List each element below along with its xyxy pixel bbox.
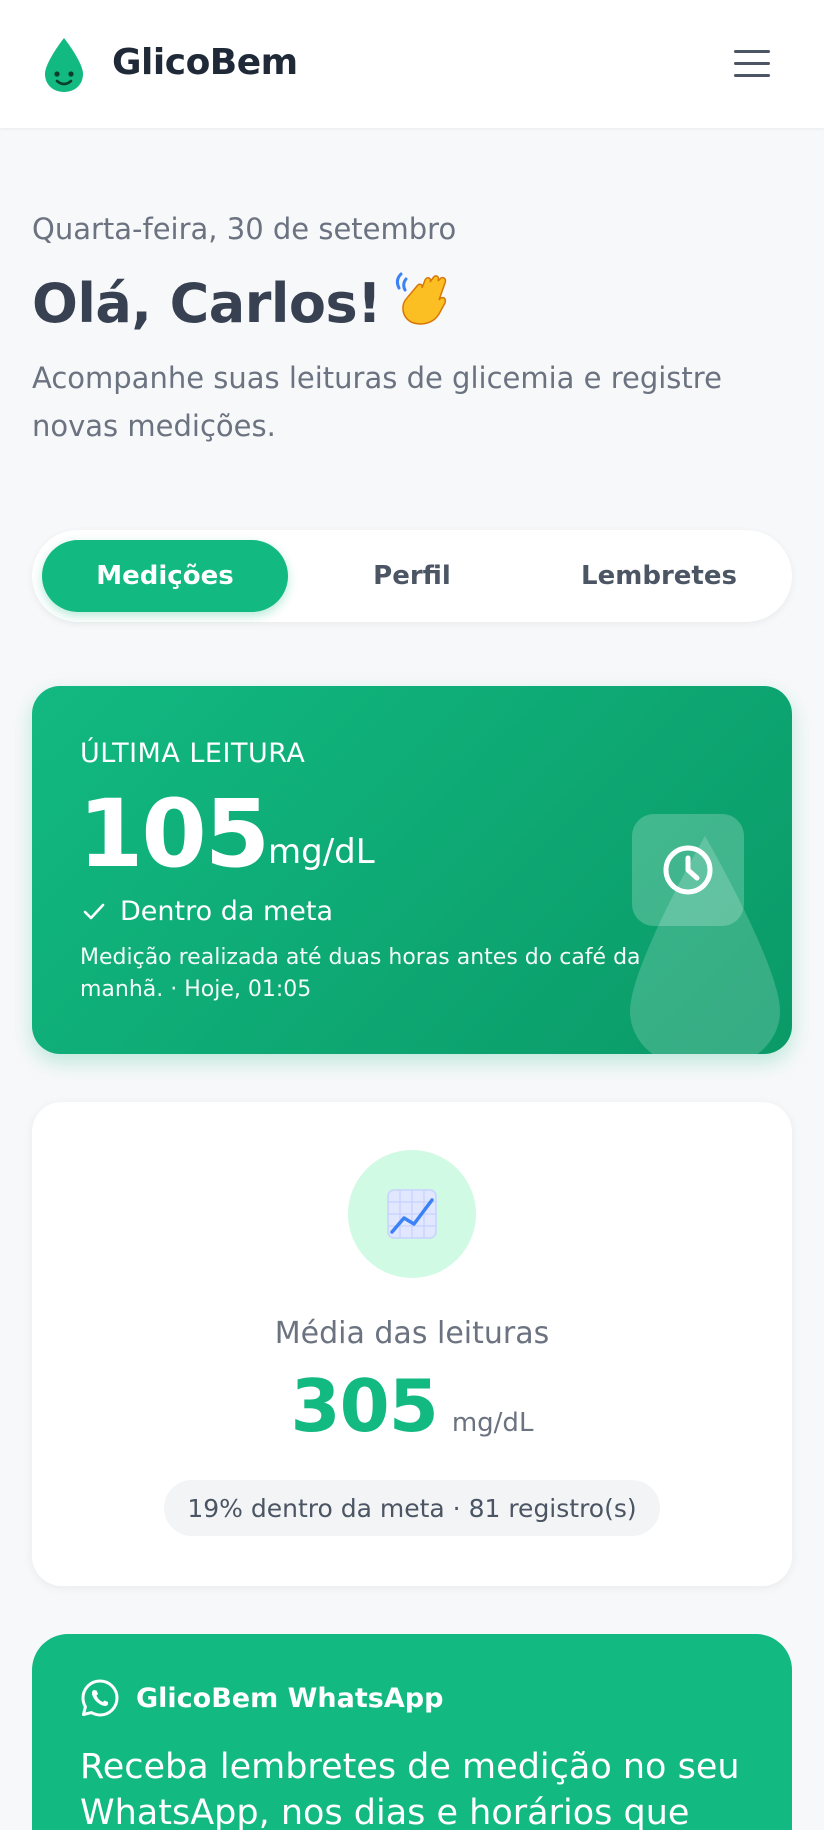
status-badge: Dentro da meta (80, 896, 333, 927)
average-icon-badge (348, 1150, 476, 1278)
whatsapp-header: GlicoBem WhatsApp (80, 1678, 443, 1718)
average-summary: 19% dentro da meta · 81 registro(s) (164, 1480, 660, 1536)
last-reading-unit: mg/dL (268, 832, 375, 872)
current-date: Quarta-feira, 30 de setembro (32, 212, 457, 246)
last-reading-value: 105 (78, 780, 270, 889)
whatsapp-description: Receba lembretes de medição no seu Whats… (80, 1747, 740, 1830)
status-text: Dentro da meta (120, 896, 334, 927)
section-tabs: Medições Perfil Lembretes (32, 530, 792, 622)
intro-text: Acompanhe suas leituras de glicemia e re… (32, 361, 722, 443)
check-icon (83, 903, 105, 919)
greeting-text: Olá, Carlos! (32, 272, 382, 335)
average-value-row: 305 mg/dL (32, 1364, 792, 1448)
tab-lembretes[interactable]: Lembretes (536, 540, 782, 612)
average-value: 305 (290, 1364, 439, 1448)
tab-perfil[interactable]: Perfil (289, 540, 535, 612)
waving-hand-icon (396, 272, 447, 325)
whatsapp-card[interactable]: GlicoBem WhatsApp Receba lembretes de me… (32, 1634, 792, 1830)
hamburger-menu-icon[interactable] (730, 44, 774, 84)
whatsapp-icon (81, 1679, 119, 1717)
whatsapp-title: GlicoBem WhatsApp (136, 1682, 444, 1714)
brand-name[interactable]: GlicoBem (112, 42, 298, 83)
page-title: Olá, Carlos! (32, 266, 455, 335)
last-reading-title: ÚLTIMA LEITURA (80, 738, 306, 769)
drop-smile-icon[interactable] (42, 36, 86, 94)
chart-increasing-icon (387, 1189, 437, 1239)
tab-medicoes[interactable]: Medições (42, 540, 288, 612)
reading-note: Medição realizada até duas horas antes d… (80, 945, 641, 1002)
average-unit: mg/dL (451, 1408, 534, 1438)
average-card: Média das leituras 305 mg/dL 19% dentro d… (32, 1102, 792, 1586)
history-button[interactable] (632, 814, 744, 926)
clock-icon (663, 845, 713, 895)
last-reading-card[interactable]: ÚLTIMA LEITURA 105 mg/dL Dentro da meta … (32, 686, 792, 1054)
average-label: Média das leituras (274, 1316, 550, 1351)
app-header: GlicoBem (0, 0, 824, 128)
